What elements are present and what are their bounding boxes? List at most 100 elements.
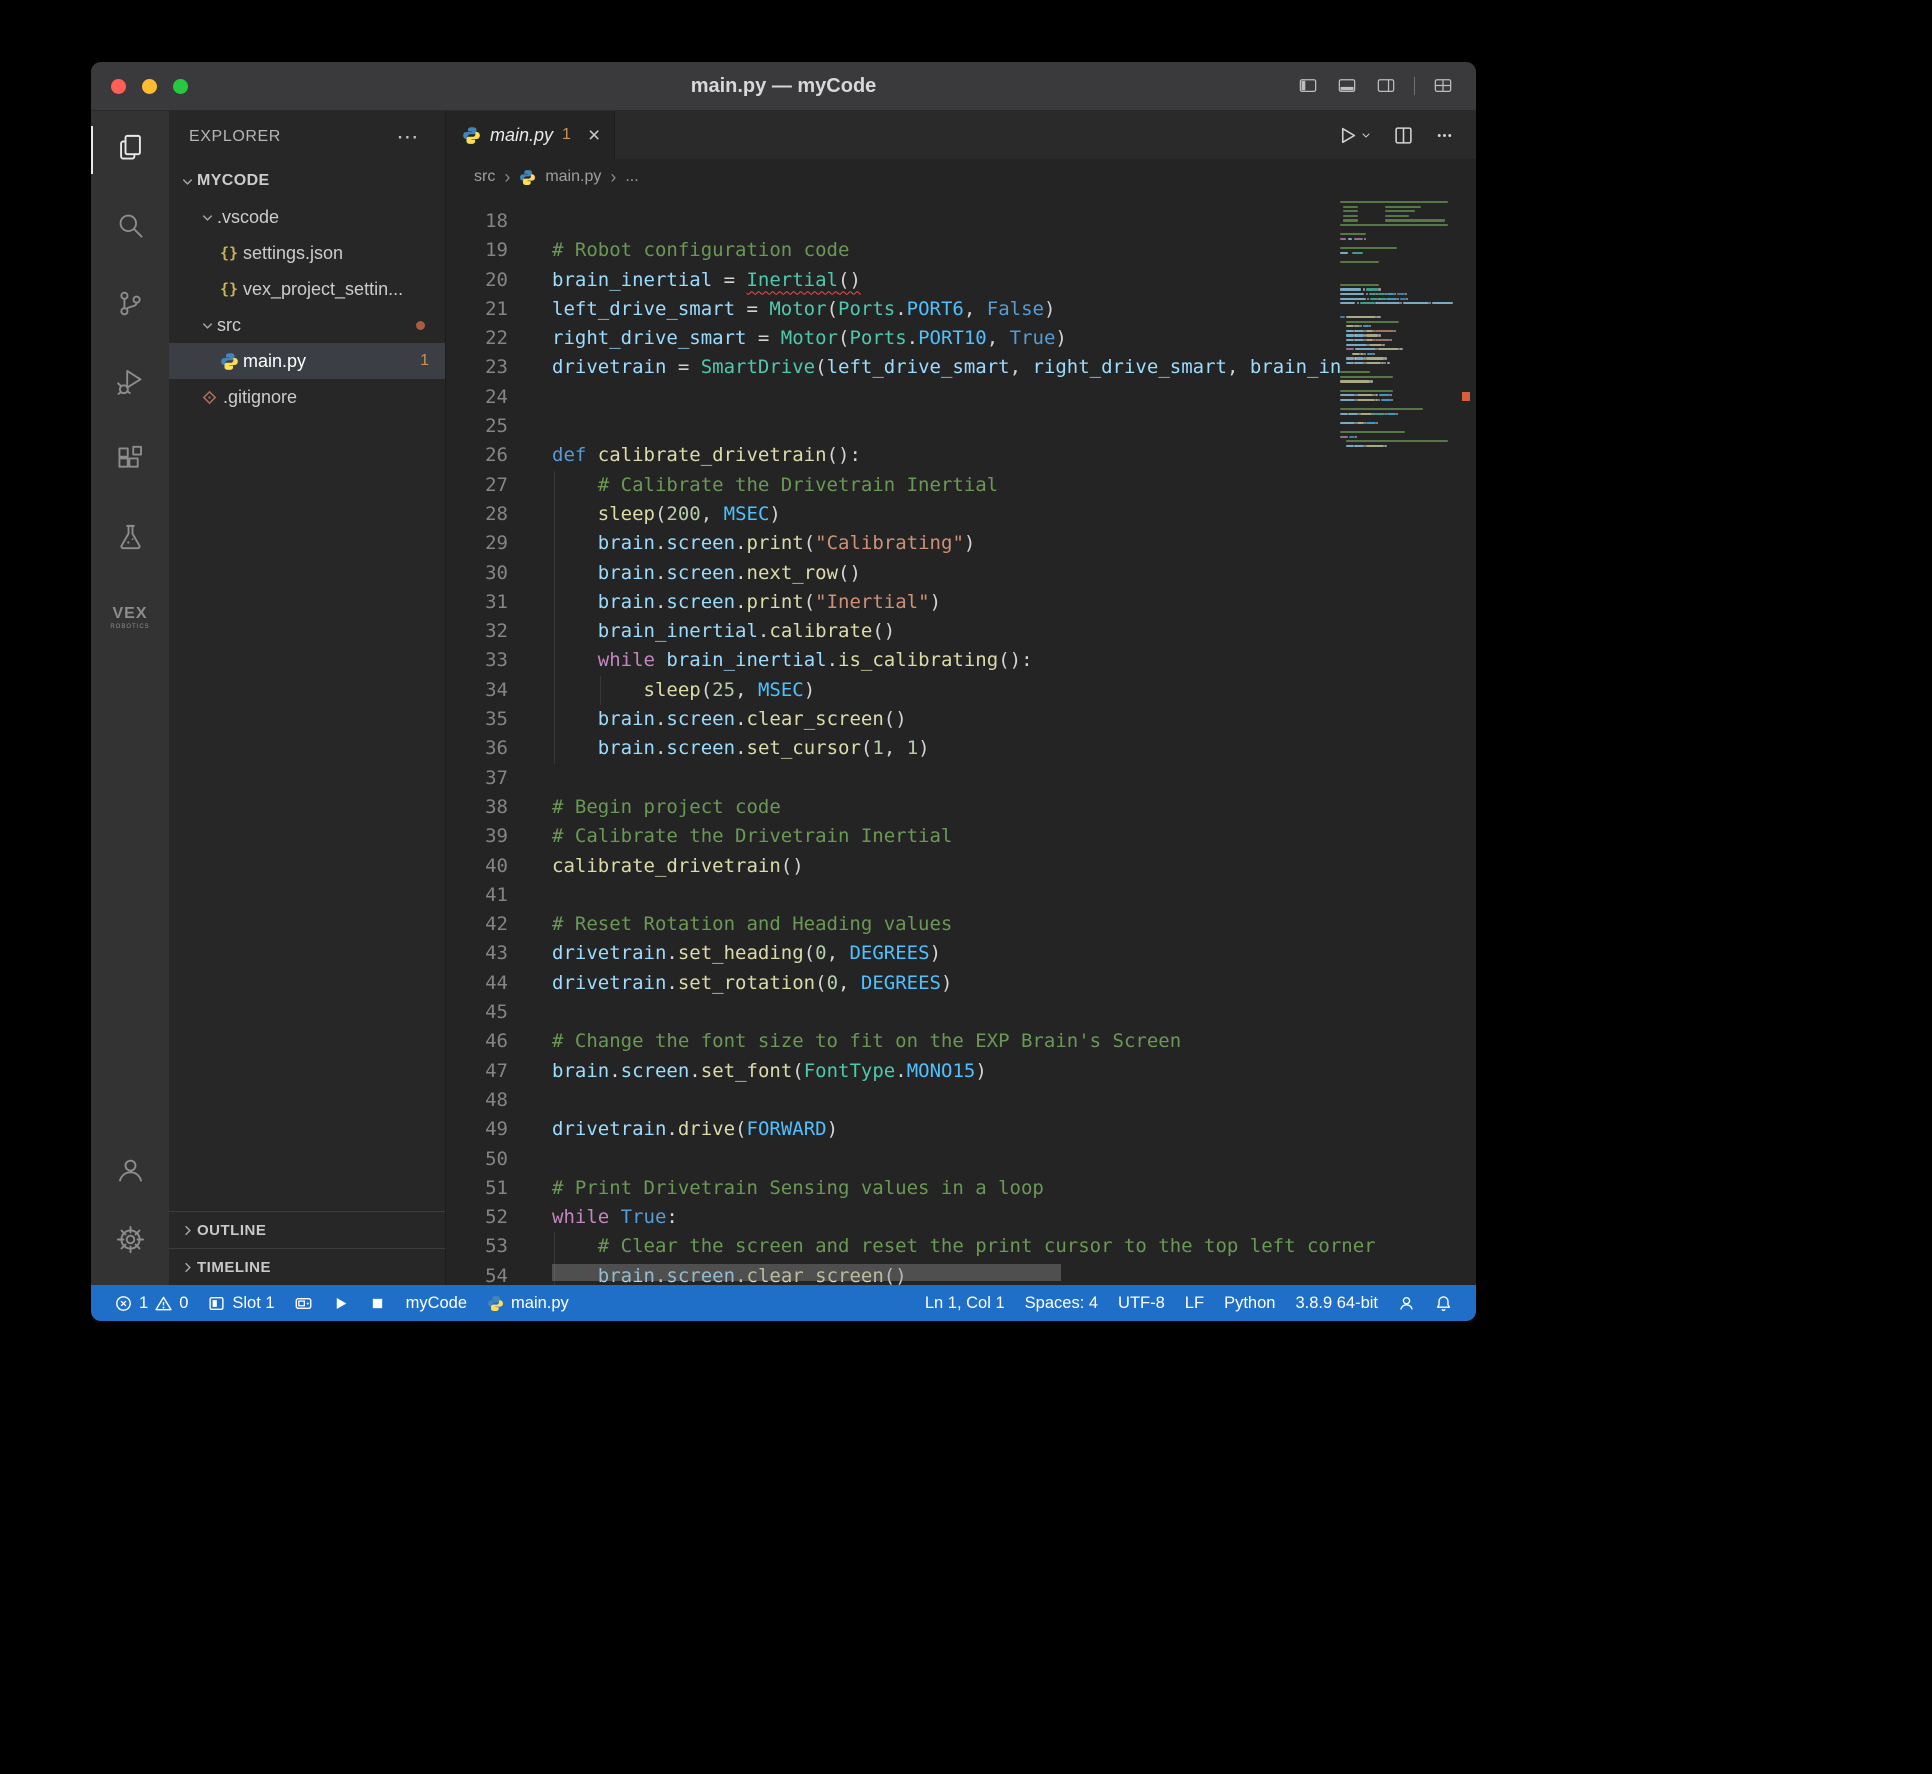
line-number[interactable]: 41 [446, 881, 552, 910]
code-line[interactable]: 40calibrate_drivetrain() [446, 852, 1476, 881]
line-number[interactable]: 51 [446, 1174, 552, 1203]
status-run[interactable] [322, 1285, 359, 1321]
status-cursor-position[interactable]: Ln 1, Col 1 [915, 1285, 1015, 1321]
accounts-button[interactable] [91, 1137, 169, 1207]
code-line[interactable]: 28 sleep(200, MSEC) [446, 500, 1476, 529]
tab-main-py[interactable]: main.py 1 × [446, 111, 615, 159]
code-line[interactable]: 24 [446, 383, 1476, 412]
code-line[interactable]: 23drivetrain = SmartDrive(left_drive_sma… [446, 353, 1476, 382]
line-number[interactable]: 42 [446, 910, 552, 939]
overview-ruler[interactable] [1456, 195, 1476, 1285]
status-stop[interactable] [359, 1285, 396, 1321]
code-line[interactable]: 36 brain.screen.set_cursor(1, 1) [446, 734, 1476, 763]
code-line[interactable]: 25 [446, 412, 1476, 441]
code-line[interactable]: 34 sleep(25, MSEC) [446, 676, 1476, 705]
toggle-panel-icon[interactable] [1336, 77, 1358, 95]
code-line[interactable]: 48 [446, 1086, 1476, 1115]
code-line[interactable]: 39# Calibrate the Drivetrain Inertial [446, 822, 1476, 851]
line-number[interactable]: 25 [446, 412, 552, 441]
line-number[interactable]: 48 [446, 1086, 552, 1115]
code-line[interactable]: 42# Reset Rotation and Heading values [446, 910, 1476, 939]
close-window-button[interactable] [111, 79, 126, 94]
toggle-primary-sidebar-icon[interactable] [1297, 77, 1319, 95]
split-editor-icon[interactable] [1394, 126, 1413, 145]
line-number[interactable]: 33 [446, 646, 552, 675]
tree-item-gitignore[interactable]: .gitignore [169, 379, 445, 415]
tab-close-button[interactable]: × [588, 125, 600, 146]
status-project[interactable]: myCode [396, 1285, 477, 1321]
status-language[interactable]: Python [1214, 1285, 1285, 1321]
line-number[interactable]: 27 [446, 471, 552, 500]
line-number[interactable]: 34 [446, 676, 552, 705]
code-line[interactable]: 53 # Clear the screen and reset the prin… [446, 1232, 1476, 1261]
activity-testing-button[interactable] [91, 501, 169, 579]
code-line[interactable]: 19# Robot configuration code [446, 236, 1476, 265]
code-line[interactable]: 51# Print Drivetrain Sensing values in a… [446, 1174, 1476, 1203]
code-line[interactable]: 20brain_inertial = Inertial() [446, 266, 1476, 295]
code-line[interactable]: 22right_drive_smart = Motor(Ports.PORT10… [446, 324, 1476, 353]
code-line[interactable]: 50 [446, 1145, 1476, 1174]
activity-search-button[interactable] [91, 189, 169, 267]
minimize-window-button[interactable] [142, 79, 157, 94]
status-brain[interactable] [285, 1285, 322, 1321]
tree-item-mycode[interactable]: MYCODE [169, 163, 445, 199]
breadcrumb-item[interactable]: ... [625, 168, 638, 186]
line-number[interactable]: 35 [446, 705, 552, 734]
run-python-file-button[interactable] [1338, 126, 1372, 145]
line-number[interactable]: 54 [446, 1262, 552, 1285]
status-encoding[interactable]: UTF-8 [1108, 1285, 1175, 1321]
breadcrumb-item[interactable]: src [474, 168, 495, 186]
breadcrumb-item[interactable]: main.py [545, 168, 601, 186]
code-line[interactable]: 38# Begin project code [446, 793, 1476, 822]
line-number[interactable]: 50 [446, 1145, 552, 1174]
status-eol[interactable]: LF [1175, 1285, 1214, 1321]
code-line[interactable]: 33 while brain_inertial.is_calibrating()… [446, 646, 1476, 675]
tree-item-src[interactable]: src [169, 307, 445, 343]
code-line[interactable]: 41 [446, 881, 1476, 910]
more-actions-icon[interactable] [1435, 126, 1454, 145]
code-line[interactable]: 46# Change the font size to fit on the E… [446, 1027, 1476, 1056]
activity-vex-button[interactable]: VEX ROBOTICS [91, 579, 169, 657]
panel-timeline[interactable]: TIMELINE [169, 1248, 445, 1285]
line-number[interactable]: 47 [446, 1057, 552, 1086]
line-number[interactable]: 28 [446, 500, 552, 529]
code-line[interactable]: 52while True: [446, 1203, 1476, 1232]
code-line[interactable]: 26def calibrate_drivetrain(): [446, 441, 1476, 470]
line-number[interactable]: 40 [446, 852, 552, 881]
line-number[interactable]: 37 [446, 764, 552, 793]
status-slot[interactable]: Slot 1 [198, 1285, 284, 1321]
code-line[interactable]: 43drivetrain.set_heading(0, DEGREES) [446, 939, 1476, 968]
activity-run-debug-button[interactable] [91, 345, 169, 423]
line-number[interactable]: 52 [446, 1203, 552, 1232]
panel-outline[interactable]: OUTLINE [169, 1211, 445, 1248]
line-number[interactable]: 36 [446, 734, 552, 763]
line-number[interactable]: 46 [446, 1027, 552, 1056]
line-number[interactable]: 20 [446, 266, 552, 295]
line-number[interactable]: 22 [446, 324, 552, 353]
status-feedback[interactable] [1388, 1285, 1425, 1321]
line-number[interactable]: 32 [446, 617, 552, 646]
code-line[interactable]: 31 brain.screen.print("Inertial") [446, 588, 1476, 617]
line-number[interactable]: 43 [446, 939, 552, 968]
zoom-window-button[interactable] [173, 79, 188, 94]
activity-explorer-button[interactable] [91, 111, 169, 189]
line-number[interactable]: 19 [446, 236, 552, 265]
code-line[interactable]: 30 brain.screen.next_row() [446, 559, 1476, 588]
code-line[interactable]: 21left_drive_smart = Motor(Ports.PORT6, … [446, 295, 1476, 324]
settings-button[interactable] [91, 1207, 169, 1277]
code-line[interactable]: 44drivetrain.set_rotation(0, DEGREES) [446, 969, 1476, 998]
activity-extensions-button[interactable] [91, 423, 169, 501]
line-number[interactable]: 39 [446, 822, 552, 851]
code-line[interactable]: 49drivetrain.drive(FORWARD) [446, 1115, 1476, 1144]
line-number[interactable]: 49 [446, 1115, 552, 1144]
line-number[interactable]: 30 [446, 559, 552, 588]
tree-item-vscode[interactable]: .vscode [169, 199, 445, 235]
horizontal-scrollbar[interactable] [552, 1264, 1061, 1281]
line-number[interactable]: 45 [446, 998, 552, 1027]
code-line[interactable]: 45 [446, 998, 1476, 1027]
code-line[interactable]: 27 # Calibrate the Drivetrain Inertial [446, 471, 1476, 500]
customize-layout-icon[interactable] [1432, 77, 1454, 95]
code-area[interactable]: 1819# Robot configuration code20brain_in… [446, 195, 1476, 1285]
status-file[interactable]: main.py [477, 1285, 579, 1321]
code-line[interactable]: 37 [446, 764, 1476, 793]
